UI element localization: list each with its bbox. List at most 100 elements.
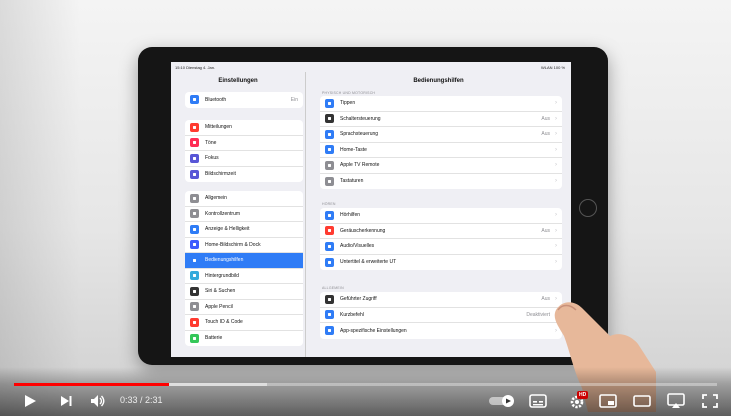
sidebar-item-bluetooth[interactable]: Bluetooth Ein — [185, 92, 303, 108]
play-button[interactable] — [20, 392, 40, 410]
detail-row-geräuscherkennung[interactable]: Geräuscherkennung Aus › — [320, 224, 562, 239]
sidebar-group-connectivity: Bluetooth Ein — [185, 92, 303, 108]
detail-row-kurzbefehl[interactable]: KurzbefehlDeaktiviert› — [320, 308, 562, 323]
sidebar-item-anzeige-helligkeit[interactable]: Anzeige & Helligkeit — [185, 222, 303, 238]
waveform-icon — [325, 226, 334, 236]
pencil-icon — [190, 302, 199, 312]
detail-row-audio-visuelles[interactable]: Audio/Visuelles › — [320, 239, 562, 255]
status-time: 15:10 Dienstag 4. Jan. — [175, 65, 216, 70]
row-label: Apple Pencil — [205, 303, 233, 310]
volume-button[interactable] — [88, 392, 108, 410]
chevron-right-icon: › — [555, 115, 557, 122]
row-label: Fokus — [205, 155, 219, 162]
next-icon — [61, 396, 72, 406]
autoplay-toggle[interactable] — [488, 393, 516, 409]
battery-icon — [190, 333, 199, 343]
detail-row-untertitel-erweiterte-ut[interactable]: Untertitel & erweiterte UT › — [320, 255, 562, 271]
row-value: Ein — [290, 96, 298, 103]
detail-row-app-spezifische-einstellungen[interactable]: App-spezifische Einstellungen › — [320, 323, 562, 339]
row-label: Tastaturen — [340, 178, 364, 185]
sidebar-item-home-bildschirm-dock[interactable]: Home-Bildschirm & Dock — [185, 238, 303, 253]
home-button — [579, 199, 597, 217]
theater-mode-button[interactable] — [632, 393, 652, 409]
sidebar-item-bedienungshilfen[interactable]: Bedienungshilfen — [185, 253, 303, 269]
row-label: Hintergrundbild — [205, 272, 239, 279]
chevron-right-icon: › — [555, 146, 557, 153]
bluetooth-icon — [190, 95, 199, 105]
subtitles-button[interactable] — [528, 393, 548, 409]
sidebar-item-fokus[interactable]: Fokus — [185, 151, 303, 167]
speaker-icon — [325, 241, 334, 251]
detail-row-home-taste[interactable]: Home-Taste › — [320, 143, 562, 158]
detail-row-schaltersteuerung[interactable]: Schaltersteuerung Aus › — [320, 112, 562, 127]
row-label: Home-Taste — [340, 146, 367, 153]
chevron-right-icon: › — [555, 243, 557, 250]
ear-icon — [325, 210, 334, 220]
sidebar-item-siri-suchen[interactable]: Siri & Suchen — [185, 284, 303, 300]
sidebar-item-mitteilungen[interactable]: Mitteilungen — [185, 120, 303, 136]
status-bar: 15:10 Dienstag 4. Jan. WLAN 100 % — [171, 62, 571, 72]
detail-group-general: Geführter Zugriff Aus › Kurzbefehl Deaktivie… — [320, 292, 562, 339]
volume-icon — [91, 395, 105, 407]
captions-icon — [325, 257, 334, 267]
video-controls-bar — [0, 367, 731, 416]
detail-row-tippen[interactable]: Tippen › — [320, 96, 562, 112]
fullscreen-button[interactable] — [700, 393, 720, 409]
next-button[interactable] — [56, 392, 76, 410]
sidebar-item-batterie[interactable]: Batterie — [185, 331, 303, 347]
subtitles-icon — [529, 394, 547, 408]
row-value: Aus — [541, 131, 550, 138]
sidebar-title: Einstellungen — [218, 78, 258, 84]
cast-icon — [667, 393, 685, 408]
row-label: Tippen — [340, 100, 356, 107]
sidebar-item-touch-id-code[interactable]: Touch ID & Code — [185, 315, 303, 331]
app-settings-icon — [325, 326, 334, 336]
progress-played — [14, 383, 169, 386]
voice-icon — [325, 129, 334, 139]
detail-row-hörhilfen[interactable]: Hörhilfen › — [320, 208, 562, 224]
display-icon — [190, 224, 199, 234]
row-label: Touch ID & Code — [205, 319, 243, 326]
miniplayer-icon — [599, 394, 617, 408]
row-label: Kontrollzentrum — [205, 210, 241, 217]
ipad-screen: 15:10 Dienstag 4. Jan. WLAN 100 % Einste… — [171, 62, 571, 357]
play-icon — [25, 395, 36, 407]
hourglass-icon — [190, 169, 199, 179]
section-header-general: ALLGEMEIN — [322, 286, 344, 290]
row-label: Audio/Visuelles — [340, 243, 375, 250]
miniplayer-button[interactable] — [598, 393, 618, 409]
row-label: Untertitel & erweiterte UT — [340, 259, 397, 266]
sidebar-item-hintergrundbild[interactable]: Hintergrundbild — [185, 269, 303, 284]
control-center-icon — [190, 209, 199, 219]
detail-row-geführter-zugriff[interactable]: Geführter Zugriff Aus › — [320, 292, 562, 308]
detail-row-apple-tv-remote[interactable]: Apple TV Remote › — [320, 158, 562, 174]
video-progress-bar[interactable] — [14, 383, 717, 386]
sidebar-item-töne[interactable]: Töne — [185, 136, 303, 151]
row-label: Anzeige & Helligkeit — [205, 226, 250, 233]
notifications-icon — [190, 122, 199, 132]
row-value: Aus — [541, 115, 550, 122]
detail-row-tastaturen[interactable]: Tastaturen › — [320, 174, 562, 190]
row-label: Apple TV Remote — [340, 162, 380, 169]
cast-button[interactable] — [666, 392, 686, 410]
detail-group-hearing: Hörhilfen › Geräuscherkennung Aus › Audio/Vis… — [320, 208, 562, 270]
sidebar-item-apple-pencil[interactable]: Apple Pencil — [185, 300, 303, 315]
row-label: Hörhilfen — [340, 212, 361, 219]
row-label: Sprachsteuerung — [340, 131, 379, 138]
siri-icon — [190, 286, 199, 296]
accessibility-icon — [190, 255, 199, 265]
sidebar-item-bildschirmzeit[interactable]: Bildschirmzeit — [185, 167, 303, 183]
row-label: Bluetooth — [205, 96, 227, 103]
sidebar-item-kontrollzentrum[interactable]: Kontrollzentrum — [185, 207, 303, 222]
chevron-right-icon: › — [555, 178, 557, 185]
accessibility-detail-pane: Bedienungshilfen PHYSISCH UND MOTORISCH … — [306, 72, 571, 357]
settings-button[interactable]: HD — [566, 391, 589, 411]
hd-badge: HD — [577, 391, 589, 399]
chevron-right-icon: › — [555, 212, 557, 219]
moon-icon — [190, 153, 199, 163]
detail-row-sprachsteuerung[interactable]: Sprachsteuerung Aus › — [320, 127, 562, 143]
remote-icon — [325, 160, 334, 170]
sidebar-item-allgemein[interactable]: Allgemein — [185, 191, 303, 207]
sidebar-group-notifications: Mitteilungen Töne Fokus Bildschirmzeit — [185, 120, 303, 182]
status-indicators: WLAN 100 % — [540, 65, 565, 70]
